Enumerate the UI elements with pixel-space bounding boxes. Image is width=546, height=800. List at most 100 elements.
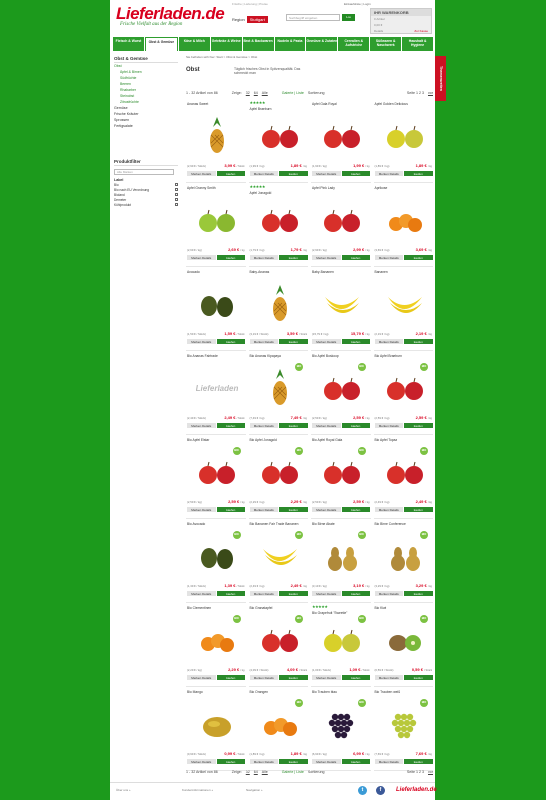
region-value[interactable]: Stuttgart <box>246 16 268 23</box>
product-card[interactable]: Baby-Ananas (3,19 € / Stück) 3,59 € / Stüc… <box>248 267 308 351</box>
buy-button[interactable]: kaufen <box>216 591 245 596</box>
footer-info[interactable]: Kundeninformationen + <box>182 788 213 792</box>
product-card[interactable]: Bio Avocado BIO (1,39 € / Stück) 1,39 € / S… <box>186 519 246 603</box>
product-image[interactable] <box>259 367 301 407</box>
product-card[interactable]: Apfel Pink Lady (2,99 € / kg) 2,99 € / kg M… <box>311 183 371 267</box>
product-card[interactable]: Bio Trauben blau BIO (6,99 € / kg) 6,99 € /… <box>311 687 371 771</box>
cart-box[interactable]: IHR WARENKORB 0 Artikel 0,00 € Details Zu… <box>370 8 432 34</box>
product-name[interactable]: Baby-Ananas <box>250 270 308 274</box>
product-name[interactable]: Bio Trauben blau <box>312 690 370 694</box>
nav-item[interactable]: Nudeln & Pasta <box>274 37 306 51</box>
nav-item[interactable]: Käse & Milch <box>178 37 210 51</box>
nav-item[interactable]: Fleisch & Wurst <box>113 37 144 51</box>
details-button[interactable]: Merken Details <box>187 171 216 176</box>
product-image[interactable] <box>321 619 363 659</box>
themenwelten-tab[interactable]: Themenwelten <box>435 56 446 101</box>
details-button[interactable]: Merken Details <box>187 759 216 764</box>
product-image[interactable] <box>196 451 238 491</box>
product-name[interactable]: Bio Ananas Fairtrade <box>187 354 245 358</box>
buy-button[interactable]: kaufen <box>279 675 308 680</box>
buy-button[interactable]: kaufen <box>216 171 245 176</box>
product-image[interactable]: Lieferladen <box>196 367 239 407</box>
buy-button[interactable]: kaufen <box>341 675 370 680</box>
product-image[interactable] <box>384 703 426 743</box>
product-card[interactable]: Aprikose (3,69 € / kg) 3,69 € / kg Merken D… <box>373 183 433 267</box>
show-all-bottom[interactable]: Alle <box>262 770 268 774</box>
product-name[interactable]: Bio Apfel Topaz <box>375 438 433 442</box>
details-button[interactable]: Merken Details <box>187 255 216 260</box>
details-button[interactable]: Merken Details <box>312 759 341 764</box>
buy-button[interactable]: kaufen <box>216 675 245 680</box>
product-image[interactable] <box>196 115 238 155</box>
buy-button[interactable]: kaufen <box>341 423 370 428</box>
search-input[interactable]: Suchbegriff eingeben <box>286 14 340 21</box>
product-card[interactable]: Bio Apfel Royal Gala BIO (2,59 € / kg) 2,59… <box>311 435 371 519</box>
product-image[interactable] <box>321 367 363 407</box>
buy-button[interactable]: kaufen <box>341 759 370 764</box>
product-image[interactable] <box>259 535 301 575</box>
filter-checkbox[interactable] <box>175 187 178 191</box>
filter-checkbox[interactable] <box>175 197 178 201</box>
footer-about[interactable]: Über uns + <box>116 788 131 792</box>
page-numbers-bottom[interactable]: Seite 1 2 3 <box>407 770 424 774</box>
product-card[interactable]: Avocado (1,59 € / Stück) 1,59 € / Stück Mer… <box>186 267 246 351</box>
product-name[interactable]: Aprikose <box>375 186 433 190</box>
details-button[interactable]: Merken Details <box>249 507 278 512</box>
product-name[interactable]: Bio Apfel Royal Gala <box>312 438 370 442</box>
details-button[interactable]: Merken Details <box>312 171 341 176</box>
buy-button[interactable]: kaufen <box>404 591 433 596</box>
details-button[interactable]: Merken Details <box>312 591 341 596</box>
product-name[interactable]: Baby-Bananen <box>312 270 370 274</box>
buy-button[interactable]: kaufen <box>279 507 308 512</box>
product-image[interactable] <box>321 703 363 743</box>
product-image[interactable] <box>259 283 301 323</box>
product-name[interactable]: Bio Ananas Kipapaya <box>250 354 308 358</box>
product-name[interactable]: Bio Clementinen <box>187 606 245 610</box>
product-card[interactable]: Bio Bananen Fair Trade Bananen BIO (2,49 €… <box>248 519 308 603</box>
product-name[interactable]: Apfel Jonagold <box>250 191 308 195</box>
nav-item[interactable]: Brot & Backwaren <box>242 37 274 51</box>
product-image[interactable] <box>321 283 363 323</box>
product-image[interactable] <box>259 115 301 155</box>
product-name[interactable]: Bio Orangen <box>250 690 308 694</box>
product-name[interactable]: Apfel Golden Delicious <box>375 102 433 106</box>
product-name[interactable]: Bio Birne Abate <box>312 522 370 526</box>
product-name[interactable]: Bio Kiwi <box>375 606 433 610</box>
buy-button[interactable]: kaufen <box>279 759 308 764</box>
details-button[interactable]: Merken Details <box>249 171 278 176</box>
product-card[interactable]: Bio Ananas Kipapaya BIO (7,49 € / kg) 7,49 … <box>248 351 308 435</box>
product-card[interactable]: Apfel Gala Royal (1,99 € / kg) 1,99 € / kg… <box>311 99 371 183</box>
filter-checkbox[interactable] <box>175 182 178 186</box>
details-button[interactable]: Merken Details <box>312 675 341 680</box>
product-card[interactable]: Bananen (2,19 € / kg) 2,19 € / kg Merken De… <box>373 267 433 351</box>
search-button[interactable]: Los <box>342 14 355 21</box>
buy-button[interactable]: kaufen <box>216 255 245 260</box>
product-name[interactable]: Apfel Braeburn <box>250 107 308 111</box>
filter-checkbox[interactable] <box>175 192 178 196</box>
product-card[interactable]: Apfel Golden Delicious (1,89 € / kg) 1,89 … <box>373 99 433 183</box>
buy-button[interactable]: kaufen <box>279 171 308 176</box>
product-image[interactable] <box>321 115 363 155</box>
details-button[interactable]: Merken Details <box>374 339 403 344</box>
facebook-icon[interactable]: f <box>376 786 385 795</box>
sort-dropdown[interactable]: Sortierung <box>308 91 325 95</box>
show-32-bottom[interactable]: 32 <box>246 770 250 774</box>
details-button[interactable]: Merken Details <box>187 591 216 596</box>
buy-button[interactable]: kaufen <box>216 507 245 512</box>
details-button[interactable]: Merken Details <box>374 507 403 512</box>
product-card[interactable]: Ananas Sweet (2,99 € / Stück) 3,99 € / Stü… <box>186 99 246 183</box>
details-button[interactable]: Merken Details <box>249 339 278 344</box>
page-numbers[interactable]: Seite 1 2 3 <box>407 91 424 95</box>
buy-button[interactable]: kaufen <box>216 339 245 344</box>
details-button[interactable]: Merken Details <box>374 255 403 260</box>
product-image[interactable] <box>259 703 301 743</box>
product-name[interactable]: Apfel Pink Lady <box>312 186 370 190</box>
details-button[interactable]: Merken Details <box>187 339 216 344</box>
next-page-link-bottom[interactable]: vor <box>428 770 433 774</box>
product-card[interactable]: Bio Trauben weiß BIO (7,69 € / kg) 7,69 € /… <box>373 687 433 771</box>
filter-row[interactable]: Kühlprodukt <box>114 202 178 207</box>
details-button[interactable]: Merken Details <box>374 591 403 596</box>
buy-button[interactable]: kaufen <box>341 591 370 596</box>
view-toggle-bottom[interactable]: Galerie | Liste <box>282 770 304 774</box>
buy-button[interactable]: kaufen <box>279 255 308 260</box>
